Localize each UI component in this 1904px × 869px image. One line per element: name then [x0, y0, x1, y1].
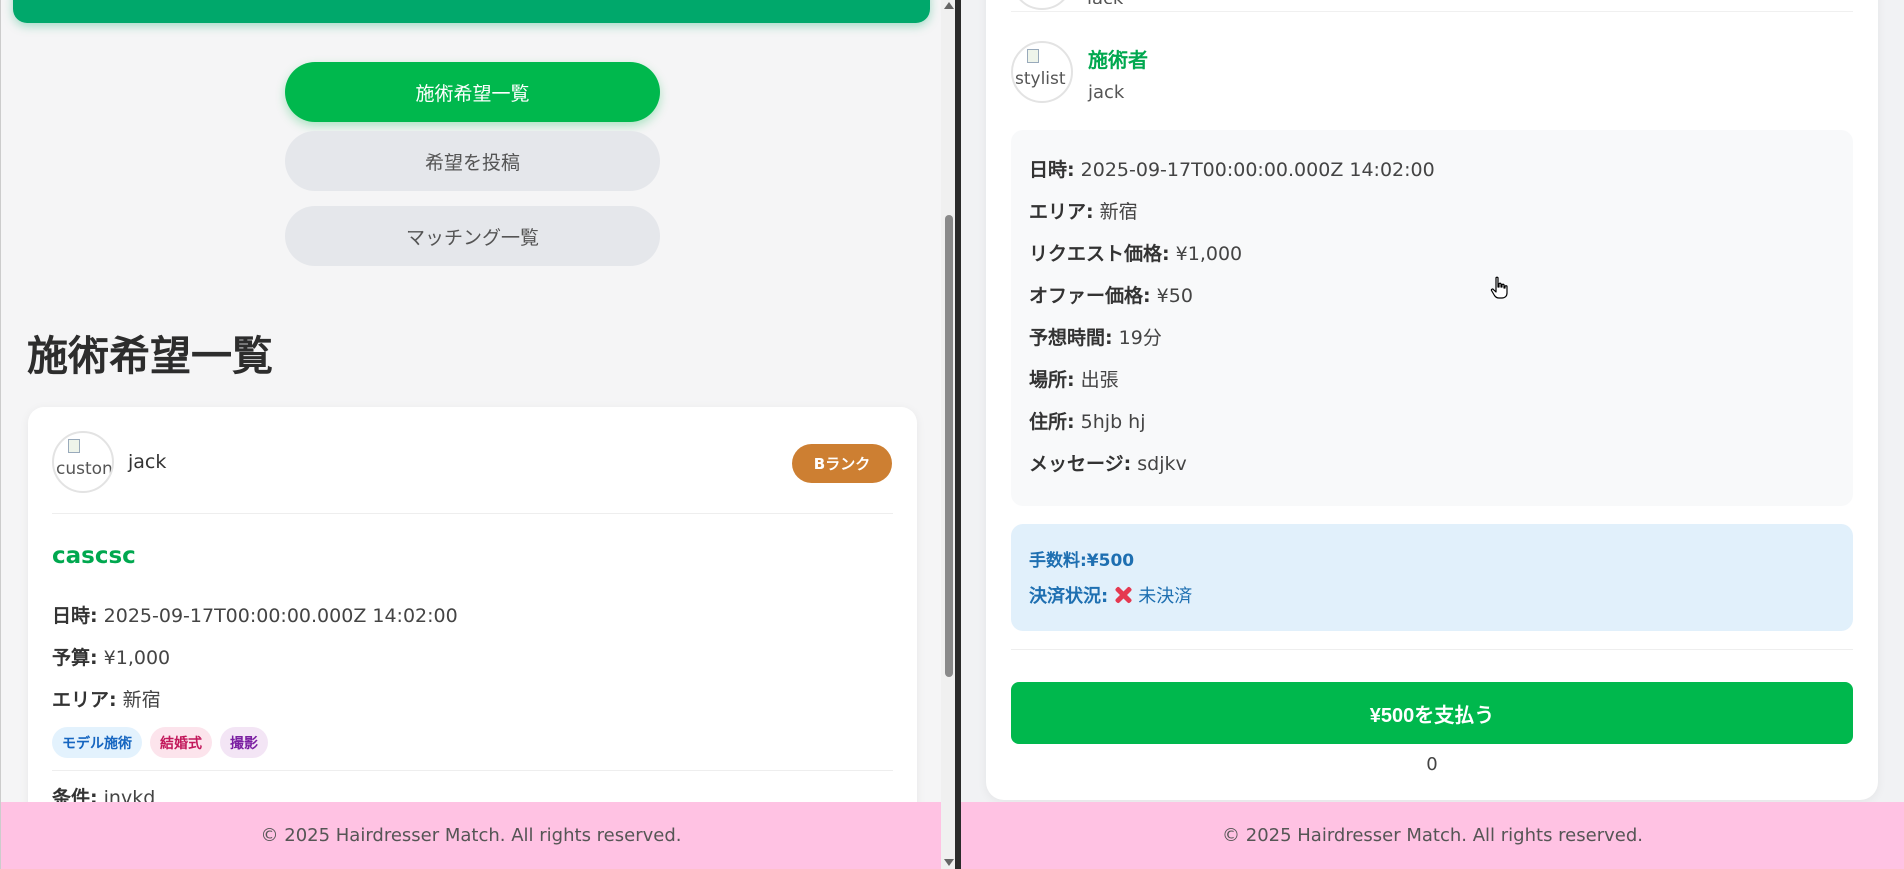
detail-label: エリア:	[1029, 201, 1094, 223]
customer-avatar: custon	[52, 431, 114, 493]
payment-status-label: 決済状況:	[1029, 586, 1109, 607]
tag-photoshoot: 撮影	[220, 727, 268, 758]
fee-box: 手数料:¥500 決済状況: 未決済	[1011, 524, 1853, 631]
stylist-avatar: stylist	[1011, 41, 1073, 103]
datetime-row: 日時: 2025-09-17T00:00:00.000Z 14:02:00	[52, 601, 458, 628]
request-card[interactable]: custon jack Bランク cascsc 日時: 2025-09-17T0…	[28, 407, 917, 869]
detail-label: 日時:	[1029, 159, 1075, 181]
detail-box: 日時: 2025-09-17T00:00:00.000Z 14:02:00 エリ…	[1011, 130, 1853, 506]
detail-row-message: メッセージ: sdjkv	[1029, 449, 1187, 476]
header-banner	[13, 0, 930, 23]
budget-label: 予算:	[52, 647, 98, 669]
detail-value: sdjkv	[1137, 453, 1187, 475]
detail-label: 住所:	[1029, 411, 1075, 433]
area-label: エリア:	[52, 689, 117, 711]
area-row: エリア: 新宿	[52, 685, 161, 712]
request-title[interactable]: cascsc	[52, 543, 136, 569]
budget-row: 予算: ¥1,000	[52, 643, 170, 670]
detail-row-request-price: リクエスト価格: ¥1,000	[1029, 239, 1242, 266]
rank-badge: Bランク	[792, 444, 892, 483]
stylist-label: 施術者	[1088, 48, 1148, 72]
broken-image-icon	[68, 439, 80, 453]
hand-pointer-cursor-icon	[1490, 276, 1508, 299]
scroll-down-icon[interactable]	[944, 859, 954, 866]
tag-model: モデル施術	[52, 727, 142, 758]
nav-request-list-button[interactable]: 施術希望一覧	[285, 62, 660, 122]
detail-row-estimated-time: 予想時間: 19分	[1029, 323, 1162, 350]
detail-value: 19分	[1118, 327, 1162, 349]
avatar-alt-text: stylist	[1015, 69, 1066, 89]
payment-status-value: 未決済	[1138, 586, 1193, 607]
payment-status: 決済状況: 未決済	[1029, 582, 1192, 608]
budget-value: ¥1,000	[103, 647, 171, 669]
scroll-thumb[interactable]	[945, 215, 953, 677]
detail-value: 2025-09-17T00:00:00.000Z 14:02:00	[1080, 159, 1435, 181]
footer-copyright: © 2025 Hairdresser Match. All rights res…	[1, 802, 941, 869]
nav-post-request-button[interactable]: 希望を投稿	[285, 131, 660, 191]
right-pane: jack stylist 施術者 jack 日時: 2025-09-17T00:…	[961, 0, 1904, 869]
detail-row-datetime: 日時: 2025-09-17T00:00:00.000Z 14:02:00	[1029, 155, 1435, 182]
detail-row-offer-price: オファー価格: ¥50	[1029, 281, 1193, 308]
detail-value: ¥1,000	[1175, 243, 1243, 265]
detail-row-address: 住所: 5hjb hj	[1029, 407, 1146, 434]
detail-label: 予想時間:	[1029, 327, 1113, 349]
card-divider	[52, 513, 893, 514]
customer-name: jack	[1087, 0, 1123, 4]
counter-value: 0	[1426, 754, 1438, 775]
tag-wedding: 結婚式	[150, 727, 212, 758]
broken-image-icon	[1027, 49, 1039, 63]
avatar-alt-text: custon	[56, 459, 113, 479]
section-divider	[1011, 649, 1853, 650]
stylist-name: jack	[1088, 82, 1125, 103]
detail-value: 5hjb hj	[1080, 411, 1146, 433]
detail-row-location: 場所: 出張	[1029, 365, 1119, 392]
tags-divider	[52, 770, 893, 771]
detail-label: リクエスト価格:	[1029, 243, 1170, 265]
left-pane: 施術希望一覧 希望を投稿 マッチング一覧 施術希望一覧 custon jack …	[0, 0, 955, 869]
detail-value: 出張	[1080, 369, 1119, 391]
detail-label: オファー価格:	[1029, 285, 1151, 307]
datetime-value: 2025-09-17T00:00:00.000Z 14:02:00	[103, 605, 458, 627]
customer-name: jack	[128, 451, 167, 473]
detail-row-area: エリア: 新宿	[1029, 197, 1138, 224]
cross-mark-icon	[1112, 584, 1134, 606]
detail-value: 新宿	[1099, 201, 1138, 223]
matching-detail-card: jack stylist 施術者 jack 日時: 2025-09-17T00:…	[986, 0, 1878, 800]
nav-matching-list-button[interactable]: マッチング一覧	[285, 206, 660, 266]
tag-list: モデル施術 結婚式 撮影	[52, 727, 268, 758]
datetime-label: 日時:	[52, 605, 98, 627]
detail-value: ¥50	[1156, 285, 1193, 307]
scroll-up-icon[interactable]	[944, 2, 954, 9]
fee-amount: 手数料:¥500	[1029, 551, 1135, 571]
footer-copyright: © 2025 Hairdresser Match. All rights res…	[961, 802, 1904, 869]
detail-label: メッセージ:	[1029, 453, 1132, 475]
detail-label: 場所:	[1029, 369, 1075, 391]
page-title: 施術希望一覧	[27, 332, 273, 380]
pay-button[interactable]: ¥500を支払う	[1011, 682, 1853, 744]
left-scrollbar[interactable]	[941, 0, 955, 869]
customer-avatar	[1011, 0, 1073, 10]
area-value: 新宿	[122, 689, 161, 711]
section-divider	[1011, 11, 1853, 12]
